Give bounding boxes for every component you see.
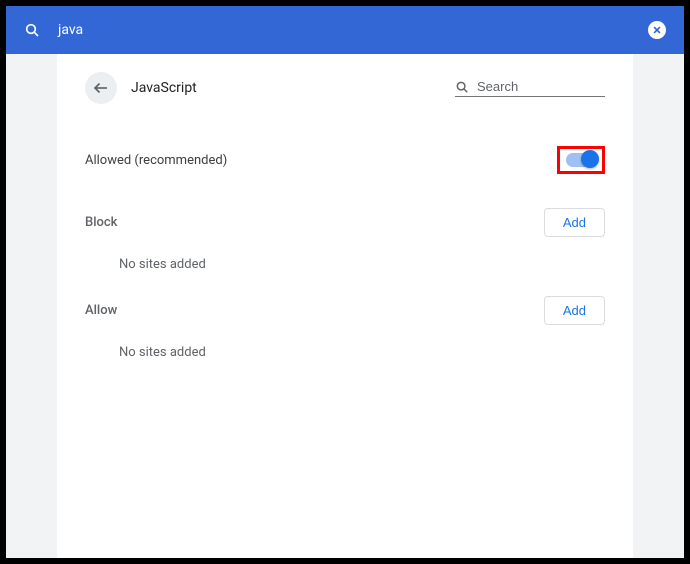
inner-search[interactable]	[455, 79, 605, 97]
settings-card: JavaScript Allowed (recommended)	[57, 54, 633, 558]
top-search-query[interactable]: java	[58, 22, 648, 38]
allowed-row: Allowed (recommended)	[85, 136, 605, 184]
allow-section: Allow Add No sites added	[85, 296, 605, 360]
block-title: Block	[85, 215, 117, 230]
clear-search-button[interactable]	[648, 21, 666, 39]
close-icon	[652, 25, 662, 35]
allowed-label: Allowed (recommended)	[85, 153, 227, 168]
search-icon	[24, 22, 40, 38]
allow-empty-message: No sites added	[85, 345, 605, 360]
search-icon	[455, 80, 469, 94]
back-button[interactable]	[85, 72, 117, 104]
arrow-left-icon	[92, 79, 110, 97]
block-section: Block Add No sites added	[85, 208, 605, 272]
allow-add-button[interactable]: Add	[544, 296, 605, 325]
top-search-bar: java	[6, 6, 684, 54]
toggle-highlight	[557, 146, 605, 174]
block-empty-message: No sites added	[85, 257, 605, 272]
search-input[interactable]	[477, 79, 653, 94]
javascript-toggle[interactable]	[566, 153, 596, 167]
allow-title: Allow	[85, 303, 117, 318]
content-area: JavaScript Allowed (recommended)	[6, 54, 684, 558]
block-add-button[interactable]: Add	[544, 208, 605, 237]
page-title: JavaScript	[131, 80, 455, 96]
toggle-knob	[581, 150, 599, 168]
